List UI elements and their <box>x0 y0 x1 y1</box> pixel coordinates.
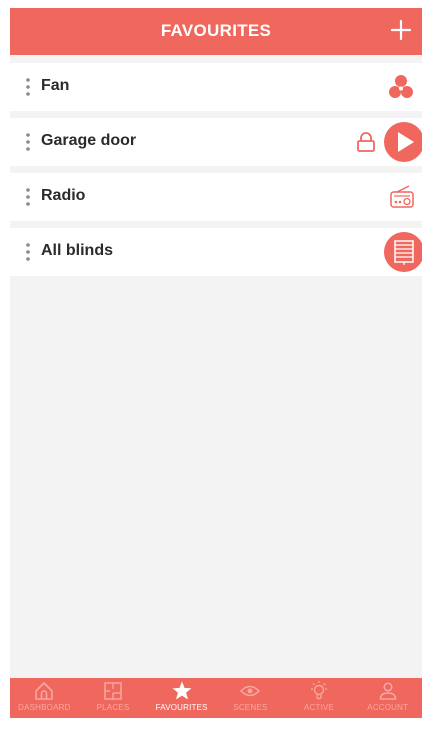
bottom-tab-bar: DASHBOARD PLACES FAVOURITES SCENES ACTIV… <box>10 678 422 718</box>
favourite-label: Garage door <box>41 132 137 149</box>
floorplan-icon <box>104 682 122 700</box>
lock-icon[interactable] <box>356 131 376 153</box>
lightbulb-icon <box>311 681 328 700</box>
tab-label: DASHBOARD <box>18 703 71 712</box>
home-icon <box>35 682 54 700</box>
tab-label: ACTIVE <box>303 703 335 712</box>
tab-scenes[interactable]: SCENES <box>216 678 285 718</box>
drag-handle-icon[interactable] <box>25 131 31 153</box>
favourite-item-fan[interactable]: Fan <box>10 63 422 111</box>
tab-favourites[interactable]: FAVOURITES <box>147 678 216 718</box>
favourite-label: All blinds <box>41 242 113 259</box>
favourite-item-radio[interactable]: Radio <box>10 173 422 221</box>
favourite-label: Radio <box>41 187 86 204</box>
tab-account[interactable]: ACCOUNT <box>353 678 422 718</box>
favourite-label: Fan <box>41 77 70 94</box>
eye-icon <box>240 685 261 697</box>
header-bar: FAVOURITES <box>10 8 422 55</box>
blinds-icon[interactable] <box>384 232 422 272</box>
tab-dashboard[interactable]: DASHBOARD <box>10 678 79 718</box>
drag-handle-icon[interactable] <box>25 186 31 208</box>
user-icon <box>379 682 396 700</box>
tab-places[interactable]: PLACES <box>79 678 148 718</box>
fan-icon[interactable] <box>388 74 414 100</box>
drag-handle-icon[interactable] <box>25 76 31 98</box>
favourite-item-garage-door[interactable]: Garage door <box>10 118 422 166</box>
favourite-item-all-blinds[interactable]: All blinds <box>10 228 422 276</box>
radio-icon[interactable] <box>389 184 415 210</box>
tab-label: PLACES <box>96 703 130 712</box>
tab-label: SCENES <box>233 703 268 712</box>
play-icon[interactable] <box>384 122 422 162</box>
tab-label: FAVOURITES <box>155 703 208 712</box>
plus-icon[interactable] <box>388 17 414 43</box>
star-icon <box>172 681 192 700</box>
app-screen: FAVOURITES Fan Garage door Radio All bli… <box>10 8 422 718</box>
page-title: FAVOURITES <box>160 21 272 40</box>
favourites-list: Fan Garage door Radio All blinds <box>10 63 422 283</box>
tab-label: ACCOUNT <box>367 703 409 712</box>
tab-active[interactable]: ACTIVE <box>285 678 354 718</box>
drag-handle-icon[interactable] <box>25 241 31 263</box>
